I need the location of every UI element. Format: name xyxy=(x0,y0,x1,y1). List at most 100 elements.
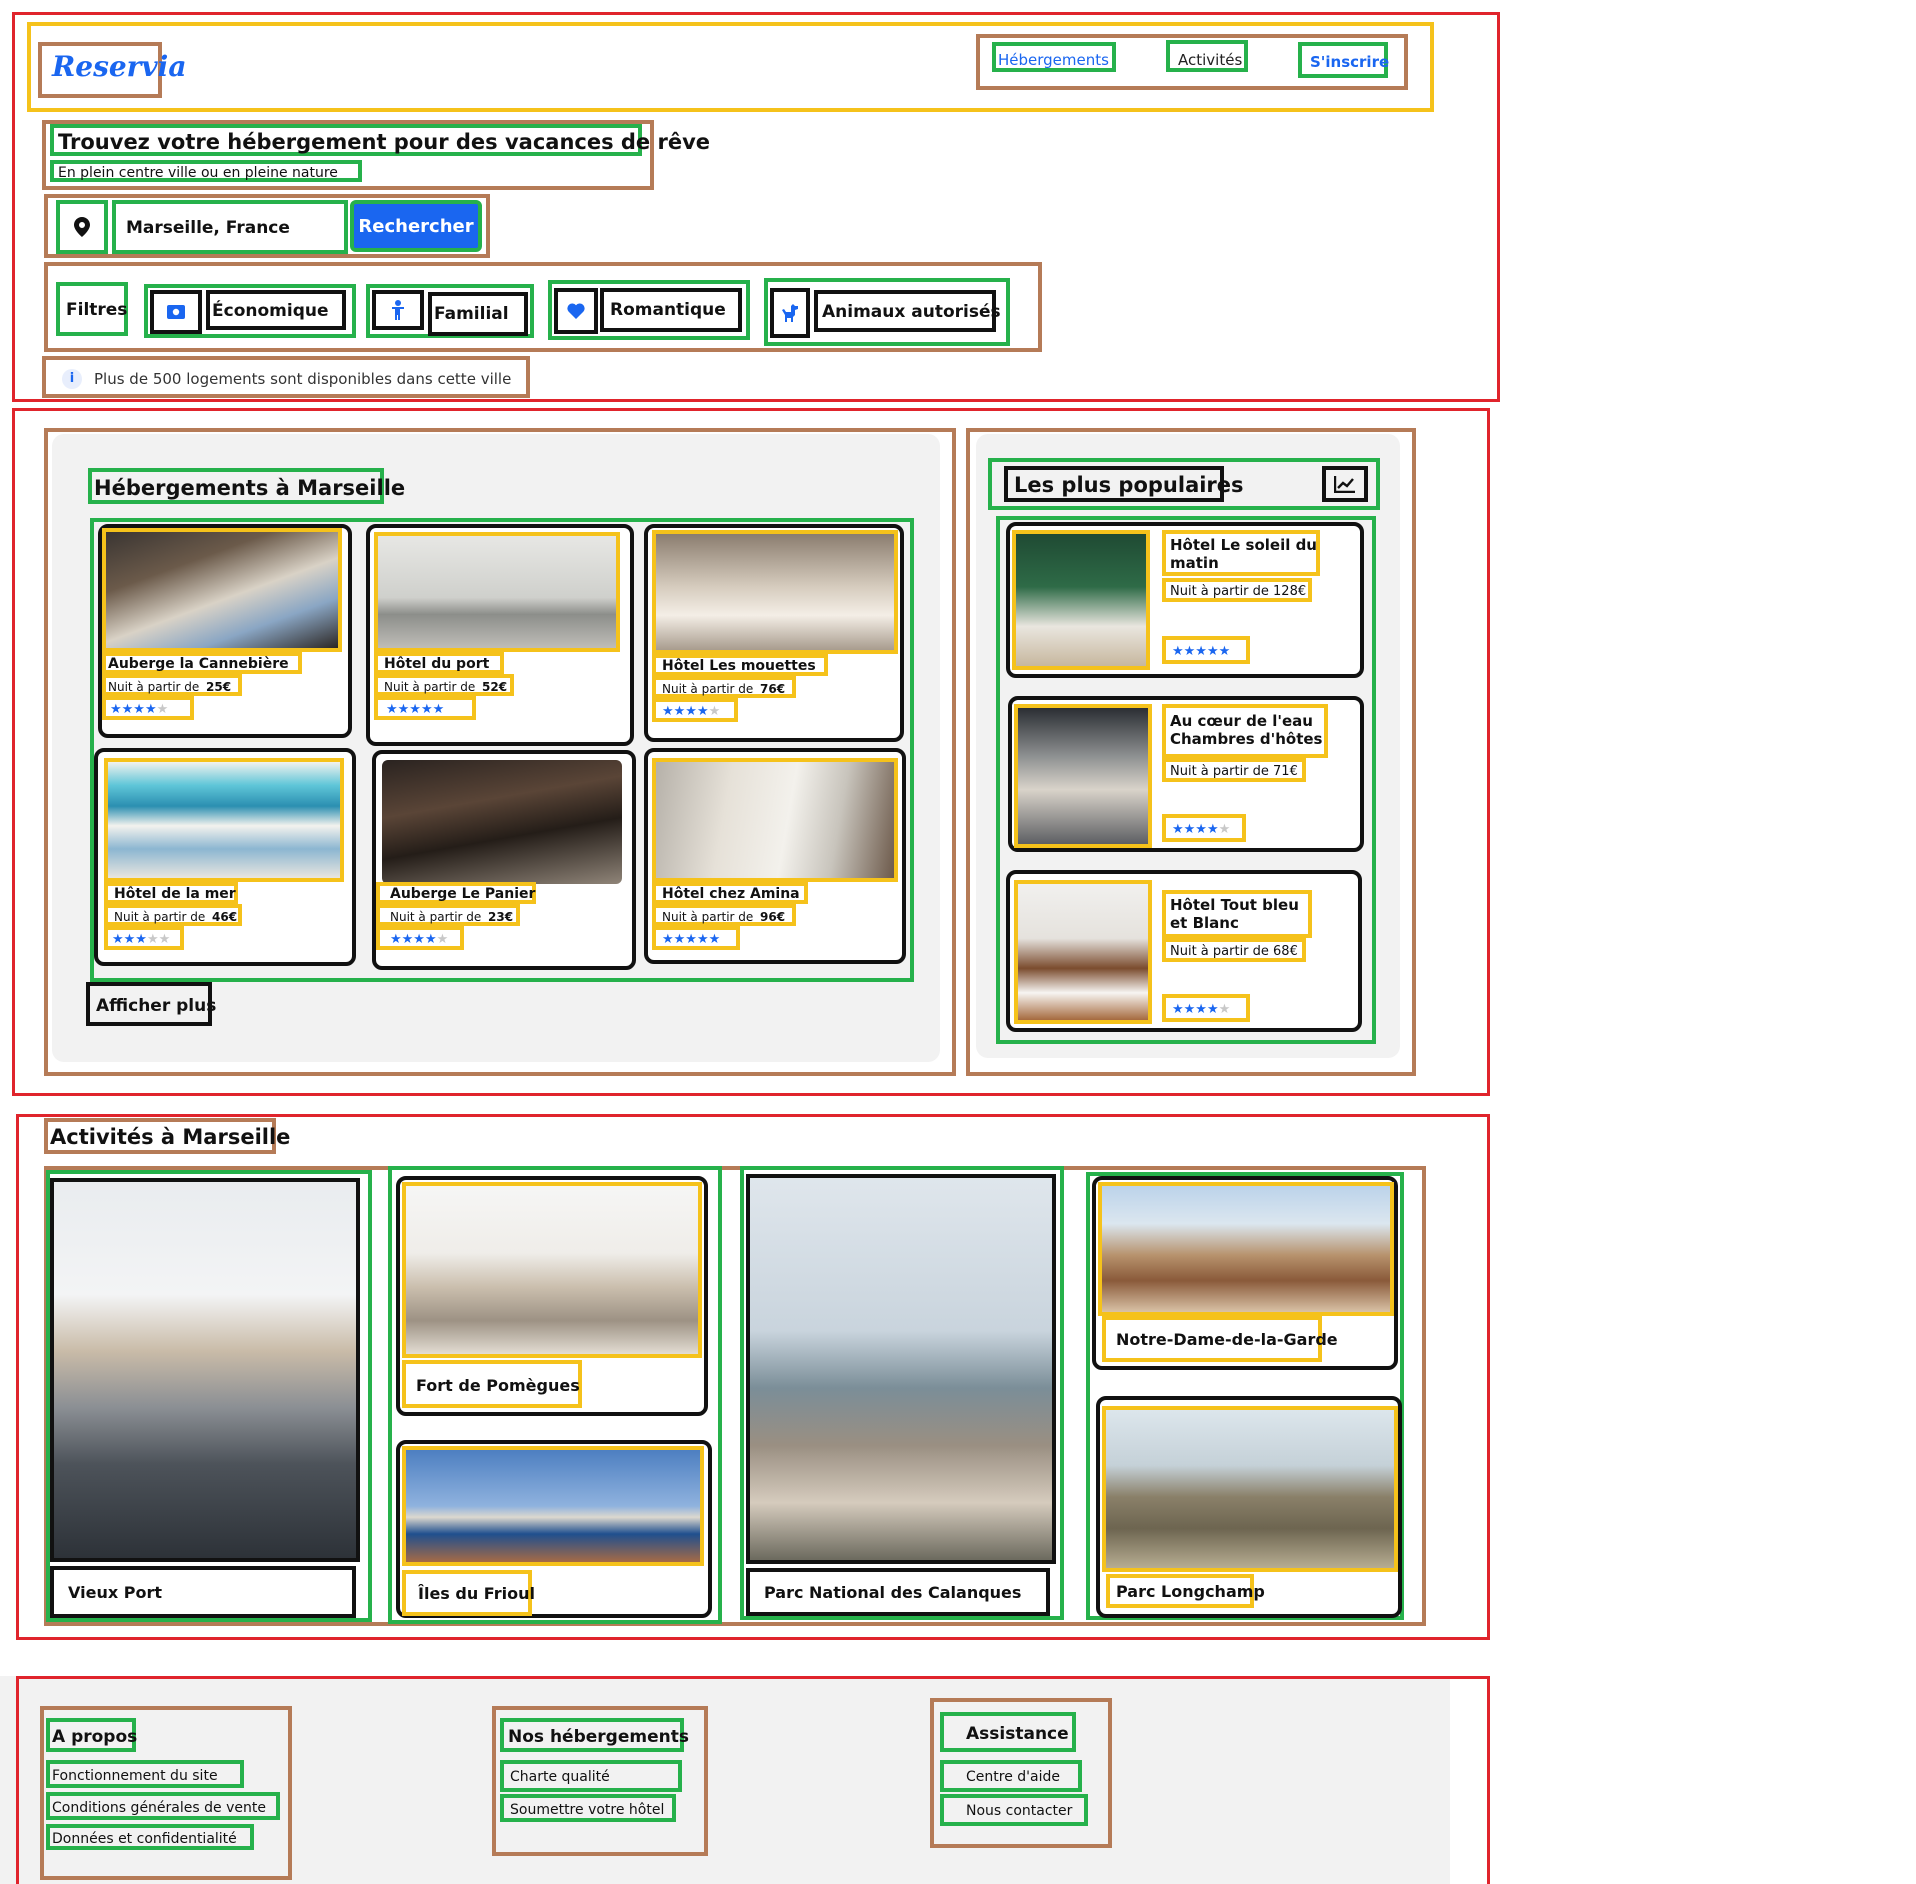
footer-link[interactable]: Charte qualité xyxy=(500,1760,682,1792)
nav-signup[interactable]: S'inscrire xyxy=(1298,42,1389,78)
footer-link[interactable]: Conditions générales de vente xyxy=(46,1792,280,1820)
rating-stars: ★★★★★ xyxy=(104,926,184,950)
filter-romantique-label-box: Romantique xyxy=(600,288,742,332)
rating-stars: ★★★★★ xyxy=(374,696,476,720)
activity-image xyxy=(402,1182,702,1358)
activity-card[interactable]: Notre-Dame-de-la-Garde xyxy=(1092,1176,1398,1370)
child-icon xyxy=(372,290,424,330)
popular-price-box: Nuit à partir de 71€ xyxy=(1162,758,1306,782)
footer-link[interactable]: Fonctionnement du site xyxy=(46,1760,244,1788)
rating-stars: ★★★★★ xyxy=(376,926,464,950)
activity-name: Parc Longchamp xyxy=(1116,1582,1265,1601)
accommodation-price-box: Nuit à partir de 46€ xyxy=(104,904,242,926)
activity-card[interactable]: Fort de Pomègues xyxy=(396,1176,708,1416)
nav-activites[interactable]: Activités xyxy=(1166,40,1248,72)
activity-card[interactable] xyxy=(746,1174,1056,1564)
filter-familial-label-box: Familial xyxy=(428,292,528,336)
popular-price: Nuit à partir de 128€ xyxy=(1170,584,1307,599)
rating-stars: ★★★★★ xyxy=(1162,994,1250,1022)
footer-title-accommodations: Nos hébergements xyxy=(500,1718,689,1752)
hero-title-box: Trouvez votre hébergement pour des vacan… xyxy=(50,124,710,156)
filters-label: Filtres xyxy=(66,300,128,320)
footer-link-label: Conditions générales de vente xyxy=(52,1800,266,1816)
accommodation-name: Hôtel chez Amina xyxy=(662,886,800,902)
filter-animaux-label: Animaux autorisés xyxy=(822,302,1001,322)
filter-familial-label: Familial xyxy=(434,304,509,324)
accommodation-card[interactable]: Hôtel de la mer Nuit à partir de 46€ ★★★★… xyxy=(94,748,356,966)
activity-card[interactable]: Îles du Frioul xyxy=(396,1440,712,1618)
show-more-button[interactable]: Afficher plus xyxy=(86,982,216,1026)
activity-label-box: Îles du Frioul xyxy=(402,1570,535,1616)
accommodation-image xyxy=(104,758,344,882)
activities-title-box: Activités à Marseille xyxy=(44,1118,290,1154)
accommodation-card[interactable]: Hôtel du port Nuit à partir de 52€ ★★★★★ xyxy=(366,524,634,746)
accommodation-card[interactable]: Hôtel chez Amina Nuit à partir de 96€ ★★★… xyxy=(644,748,906,964)
popular-item[interactable]: Au cœur de l'eau Chambres d'hôtes Nuit à… xyxy=(1008,696,1364,852)
nav-hebergements[interactable]: Hébergements xyxy=(992,42,1116,72)
footer-link[interactable]: Données et confidentialité xyxy=(46,1824,254,1850)
hero-subtitle-box: En plein centre ville ou en pleine natur… xyxy=(50,160,362,182)
rating-stars: ★★★★★ xyxy=(102,696,194,720)
footer-link[interactable]: Centre d'aide xyxy=(940,1760,1082,1792)
popular-image xyxy=(1014,880,1152,1024)
popular-price: Nuit à partir de 71€ xyxy=(1170,764,1298,779)
popular-name-box: Au cœur de l'eau Chambres d'hôtes xyxy=(1162,704,1328,758)
accommodation-card[interactable]: Auberge la Cannebière Nuit à partir de 25… xyxy=(98,524,352,738)
footer-link[interactable]: Soumettre votre hôtel xyxy=(500,1794,676,1822)
info-banner: i Plus de 500 logements sont disponibles… xyxy=(42,356,530,398)
popular-item[interactable]: Hôtel Tout bleu et Blanc Nuit à partir d… xyxy=(1006,870,1362,1032)
popular-image xyxy=(1014,704,1152,848)
popular-name-box: Hôtel Tout bleu et Blanc xyxy=(1162,890,1312,938)
filter-economique-label-box: Économique xyxy=(206,290,346,330)
hero-title: Trouvez votre hébergement pour des vacan… xyxy=(58,130,711,154)
search-button[interactable]: Rechercher xyxy=(350,200,482,252)
footer-link-label: Données et confidentialité xyxy=(52,1831,237,1847)
accommodation-price: 23€ xyxy=(488,910,514,924)
accommodation-price-prefix: Nuit à partir de xyxy=(108,680,200,694)
filter-economique-label: Économique xyxy=(212,301,329,321)
activities-title: Activités à Marseille xyxy=(50,1125,291,1149)
activity-card[interactable] xyxy=(50,1178,360,1562)
footer-link-label: Charte qualité xyxy=(510,1769,610,1785)
footer-about-title: A propos xyxy=(52,1727,138,1747)
rating-stars: ★★★★★ xyxy=(1162,636,1250,664)
footer-title-assistance: Assistance xyxy=(940,1712,1076,1752)
filters-label-box: Filtres xyxy=(56,282,128,336)
accommodation-price: 52€ xyxy=(482,680,508,694)
accommodation-price-prefix: Nuit à partir de xyxy=(114,910,206,924)
accommodation-card[interactable]: Auberge Le Panier Nuit à partir de 23€ ★★… xyxy=(372,750,636,970)
accommodation-card[interactable]: Hôtel Les mouettes Nuit à partir de 76€ ★… xyxy=(644,524,904,742)
popular-name: Hôtel Tout bleu et Blanc xyxy=(1170,896,1299,932)
activity-image xyxy=(402,1446,704,1566)
popular-title: Les plus populaires xyxy=(1014,473,1244,497)
popular-item[interactable]: Hôtel Le soleil du matin Nuit à partir d… xyxy=(1006,522,1364,678)
filter-animaux-label-box: Animaux autorisés xyxy=(814,290,1001,332)
activity-name: Îles du Frioul xyxy=(418,1584,535,1603)
accommodation-price-box: Nuit à partir de 96€ xyxy=(652,904,796,926)
activity-card[interactable]: Parc Longchamp xyxy=(1096,1396,1402,1618)
activity-label-box: Parc National des Calanques xyxy=(746,1568,1050,1616)
info-text: Plus de 500 logements sont disponibles d… xyxy=(94,370,512,388)
accommodation-price-box: Nuit à partir de 23€ xyxy=(376,904,520,926)
accommodation-price: 96€ xyxy=(760,910,786,924)
filter-romantique-label: Romantique xyxy=(610,300,726,320)
popular-price-box: Nuit à partir de 68€ xyxy=(1162,938,1306,962)
money-icon xyxy=(150,290,202,334)
footer-link-label: Centre d'aide xyxy=(966,1769,1060,1785)
rating-stars: ★★★★★ xyxy=(1162,814,1246,842)
dog-icon xyxy=(770,288,810,338)
accommodation-name-box: Hôtel de la mer xyxy=(104,882,238,904)
rating-stars: ★★★★★ xyxy=(652,926,740,950)
accommodation-image xyxy=(652,758,898,882)
activity-name: Notre-Dame-de-la-Garde xyxy=(1116,1330,1338,1349)
footer-link[interactable]: Nous contacter xyxy=(940,1794,1088,1826)
popular-price: Nuit à partir de 68€ xyxy=(1170,944,1298,959)
accommodation-image xyxy=(652,530,898,654)
accommodation-image xyxy=(374,532,620,652)
logo[interactable]: Reservia xyxy=(52,50,186,84)
location-pin-icon xyxy=(56,200,108,254)
heart-icon xyxy=(554,288,598,334)
accommodation-name: Hôtel Les mouettes xyxy=(662,658,816,674)
search-input[interactable]: Marseille, France xyxy=(112,200,348,254)
accommodation-price: 46€ xyxy=(212,910,238,924)
